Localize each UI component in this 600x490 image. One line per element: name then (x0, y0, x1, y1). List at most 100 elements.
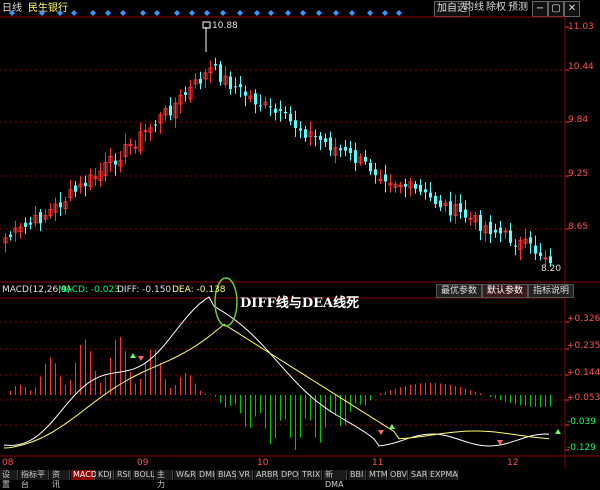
event-marker-icon (237, 10, 243, 16)
candle-body (143, 130, 148, 133)
candle-body (344, 146, 347, 151)
tab-macd[interactable]: MACD (71, 470, 97, 480)
event-marker-icon (333, 10, 339, 16)
tab-expma[interactable]: EXPMA (428, 470, 458, 480)
tab-sar[interactable]: SAR (409, 470, 427, 480)
sell-signal-icon (138, 356, 144, 361)
tab-w-r[interactable]: W&R (174, 470, 196, 480)
low-price-label: 8.20 (541, 264, 562, 274)
date-label: 11 (372, 458, 384, 468)
candle-body (414, 183, 417, 189)
event-marker-icon (300, 10, 306, 16)
candle-body (304, 129, 307, 138)
event-marker-icon (285, 10, 291, 16)
event-marker-icon (57, 10, 63, 16)
dea-value: DEA: -0.138 (172, 285, 226, 295)
candle-body (539, 252, 542, 256)
tab-dpo[interactable]: DPO (279, 470, 299, 480)
macd-tick: +0.326 (567, 314, 600, 324)
candle-body (9, 234, 12, 237)
event-marker-icon (254, 10, 260, 16)
candle-body (133, 146, 138, 149)
candle-body (429, 192, 432, 198)
tab-dmi[interactable]: DMI (197, 470, 215, 480)
tab-arbr[interactable]: ARBR (254, 470, 278, 480)
candle-body (59, 202, 62, 208)
indicator-help-button[interactable]: 指标说明 (528, 284, 575, 298)
candle-body (529, 237, 532, 244)
tab-bias[interactable]: BIAS (216, 470, 236, 480)
tab-mtm[interactable]: MTM (367, 470, 388, 480)
candle-body (219, 64, 222, 82)
candle-body (424, 189, 427, 193)
candle-body (494, 229, 497, 233)
event-marker-icon (268, 10, 274, 16)
tab-vr[interactable]: VR (237, 470, 253, 480)
event-marker-icon (9, 10, 15, 16)
candle-body (384, 174, 387, 182)
tab-boll[interactable]: BOLL (132, 470, 155, 480)
tab--[interactable]: 设置 (0, 470, 18, 489)
tab-kdj[interactable]: KDJ (96, 470, 114, 480)
tab--[interactable]: 指标平台 (19, 470, 49, 489)
candle-body (479, 214, 482, 231)
chart-canvas (0, 10, 600, 468)
candle-body (279, 109, 282, 111)
event-marker-icon (382, 10, 388, 16)
candle-body (369, 162, 372, 172)
buy-signal-icon (130, 353, 136, 358)
price-tick: 9.84 (568, 115, 589, 125)
candle-body (549, 256, 552, 264)
candle-body (269, 106, 272, 108)
optimal-params-button[interactable]: 最优参数 (436, 284, 483, 298)
candle-body (419, 184, 422, 192)
candle-body (364, 156, 367, 162)
date-label: 09 (137, 458, 149, 468)
event-marker-icon (220, 10, 226, 16)
candle-body (154, 124, 157, 126)
candle-body (259, 105, 262, 107)
candle-body (449, 201, 452, 216)
candle-body (74, 185, 77, 192)
default-params-button[interactable]: 默认参数 (482, 284, 529, 298)
candle-body (398, 184, 403, 187)
event-marker-icon (71, 10, 77, 16)
tab--dma[interactable]: 新DMA (323, 470, 347, 489)
candle-body (374, 169, 377, 176)
price-tick: 11.03 (568, 22, 594, 32)
tab-obv[interactable]: OBV (388, 470, 408, 480)
tab--[interactable]: 主力 (155, 470, 173, 489)
macd-tick: +0.144 (567, 368, 600, 378)
candle-body (439, 200, 442, 208)
candle-body (84, 182, 87, 187)
tab-rsi[interactable]: RSI (115, 470, 131, 480)
date-label: 10 (257, 458, 269, 468)
event-marker-icon (39, 10, 45, 16)
date-label: 08 (2, 458, 14, 468)
event-marker-icon (189, 10, 195, 16)
sell-signal-icon (378, 430, 384, 435)
price-tick: 8.65 (568, 222, 589, 232)
candle-body (294, 120, 297, 129)
tab-bbi[interactable]: BBI (348, 470, 366, 480)
candle-body (199, 78, 202, 84)
event-marker-icon (120, 10, 126, 16)
event-marker-icon (90, 10, 96, 16)
candle-body (214, 64, 217, 66)
macd-tick: +0.235 (567, 341, 600, 351)
event-marker-icon (204, 10, 210, 16)
candle-body (434, 195, 437, 205)
candle-body (29, 222, 32, 225)
death-cross-annotation: DIFF线与DEA线死 (240, 296, 360, 311)
candle-body (324, 138, 327, 142)
tab-trix[interactable]: TRIX (300, 470, 322, 480)
candle-body (254, 93, 257, 105)
candle-body (339, 148, 342, 151)
candle-body (184, 92, 187, 95)
candle-body (349, 148, 352, 154)
event-marker-icon (396, 10, 402, 16)
candle-body (299, 128, 302, 131)
candle-body (24, 222, 27, 227)
diff-value: DIFF: -0.150 (117, 285, 172, 295)
tab--[interactable]: 资讯 (50, 470, 70, 489)
